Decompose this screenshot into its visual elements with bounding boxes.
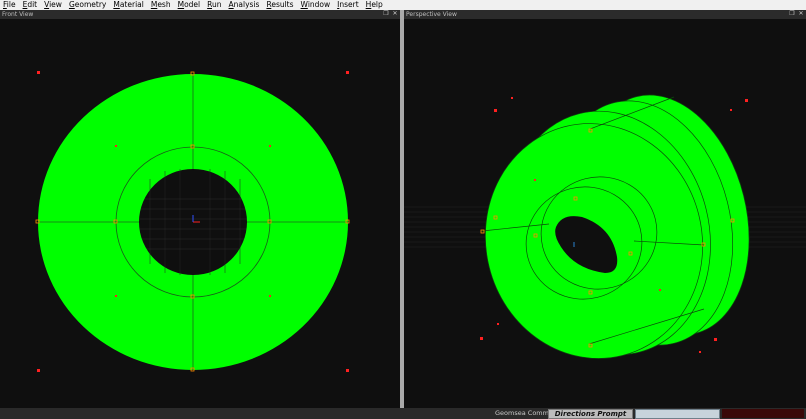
perspective-view-titlebar: Perspective View ❐ ✕	[404, 10, 806, 19]
menu-view[interactable]: View	[41, 0, 66, 10]
menu-material[interactable]: Material	[110, 0, 147, 10]
directions-prompt-button[interactable]: Directions Prompt	[548, 409, 633, 419]
menu-edit[interactable]: Edit	[20, 0, 42, 10]
restore-icon[interactable]: ❐	[383, 11, 389, 17]
command-input[interactable]	[635, 409, 720, 419]
menu-help[interactable]: Help	[363, 0, 387, 10]
close-icon[interactable]: ✕	[392, 11, 398, 17]
menu-insert[interactable]: Insert	[334, 0, 363, 10]
menu-mesh[interactable]: Mesh	[148, 0, 175, 10]
status-bar: Geomsea Command: Directions Prompt	[0, 408, 806, 419]
restore-icon[interactable]: ❐	[789, 11, 795, 17]
menu-window[interactable]: Window	[298, 0, 335, 10]
front-view-title: Front View	[2, 11, 34, 18]
menu-model[interactable]: Model	[175, 0, 205, 10]
close-icon[interactable]: ✕	[798, 11, 804, 17]
menu-run[interactable]: Run	[204, 0, 225, 10]
front-view-viewport[interactable]: Front View ❐ ✕	[0, 10, 400, 408]
menu-results[interactable]: Results	[263, 0, 297, 10]
menu-bar: File Edit View Geometry Material Mesh Model Run…	[0, 0, 806, 10]
perspective-view-canvas[interactable]	[404, 19, 806, 408]
perspective-view-viewport[interactable]: Perspective View ❐ ✕	[404, 10, 806, 408]
perspective-view-title: Perspective View	[406, 11, 457, 18]
status-indicator	[722, 409, 804, 418]
menu-analysis[interactable]: Analysis	[226, 0, 264, 10]
menu-file[interactable]: File	[0, 0, 20, 10]
front-view-canvas[interactable]	[0, 19, 400, 408]
menu-geometry[interactable]: Geometry	[66, 0, 110, 10]
front-view-titlebar: Front View ❐ ✕	[0, 10, 400, 19]
